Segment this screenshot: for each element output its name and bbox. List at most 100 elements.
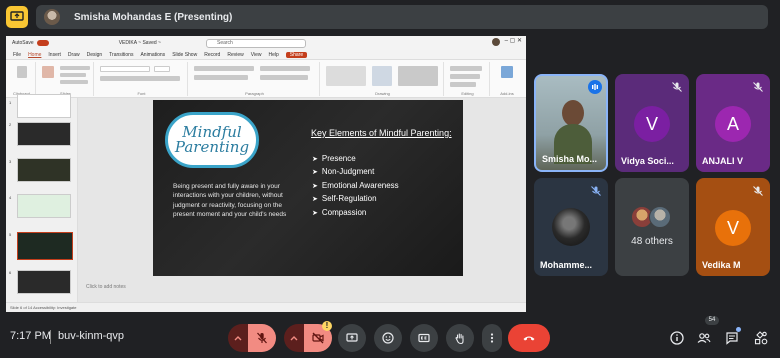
- slide-thumbnails: 1 2 3 4 5 6: [6, 94, 78, 302]
- powerpoint-titlebar: AutoSave VEDIKA ~ Saved ~ Search – ▢ ✕: [6, 36, 526, 50]
- avatar: A: [715, 106, 751, 142]
- raise-hand-button[interactable]: [446, 324, 474, 352]
- video-options-button[interactable]: [284, 324, 304, 352]
- logo-line-2: Parenting: [174, 138, 250, 156]
- reactions-button[interactable]: [374, 324, 402, 352]
- ribbon-slides[interactable]: Slides: [38, 62, 94, 96]
- slide-editor: Mindful Parenting Being present and full…: [78, 98, 526, 302]
- present-icon: [346, 333, 358, 342]
- slide-thumbnail-5[interactable]: [17, 232, 73, 260]
- presenter-label: Smisha Mohandas E (Presenting): [74, 11, 233, 23]
- ribbon: Clipboard Slides Font Paragraph Drawin: [6, 60, 526, 98]
- mic-off-icon: [671, 80, 683, 92]
- file-name: VEDIKA ~ Saved ~: [118, 40, 161, 46]
- mic-off-icon: [257, 332, 267, 344]
- ribbon-paragraph[interactable]: Paragraph: [190, 62, 320, 96]
- meeting-details-button[interactable]: [667, 328, 687, 348]
- autosave-toggle[interactable]: [36, 40, 49, 46]
- slide-thumbnail-1[interactable]: [17, 94, 71, 118]
- chat-notification-dot: [736, 327, 741, 332]
- participant-tile-anjali[interactable]: A ANJALI V: [696, 74, 770, 172]
- list-item: Non-Judgment: [312, 166, 399, 179]
- current-slide[interactable]: Mindful Parenting Being present and full…: [153, 100, 463, 276]
- activities-icon: [754, 331, 768, 345]
- slide-thumbnail-3[interactable]: [17, 158, 71, 182]
- account-avatar[interactable]: [492, 38, 500, 46]
- menu-view[interactable]: View: [251, 52, 262, 58]
- thumb-number: 5: [9, 232, 12, 237]
- activities-button[interactable]: [751, 328, 771, 348]
- top-bar: Smisha Mohandas E (Presenting): [0, 0, 780, 34]
- present-to-all-icon[interactable]: [6, 6, 28, 28]
- people-button[interactable]: [694, 328, 714, 348]
- captions-icon: [418, 333, 430, 343]
- menu-help[interactable]: Help: [268, 52, 278, 58]
- participant-name: Vedika M: [702, 260, 741, 270]
- camera-off-icon: [312, 332, 324, 344]
- shared-screen: AutoSave VEDIKA ~ Saved ~ Search – ▢ ✕ F…: [6, 36, 526, 312]
- participant-name: Vidya Soci...: [621, 156, 674, 166]
- ribbon-font[interactable]: Font: [96, 62, 188, 96]
- captions-button[interactable]: [410, 324, 438, 352]
- participant-tile-mohammed[interactable]: Mohamme...: [534, 178, 608, 276]
- thumb-number: 2: [9, 122, 12, 127]
- share-button[interactable]: Share: [285, 51, 308, 58]
- window-controls[interactable]: – ▢ ✕: [505, 37, 522, 44]
- control-bar: 7:17 PM buv-kinm-qvp !: [0, 318, 780, 358]
- menu-review[interactable]: Review: [227, 52, 243, 58]
- participant-tile-others[interactable]: 48 others: [615, 178, 689, 276]
- audio-options-button[interactable]: [228, 324, 248, 352]
- menu-record[interactable]: Record: [204, 52, 220, 58]
- slide-heading: Key Elements of Mindful Parenting:: [311, 128, 452, 138]
- group-label-drawing: Drawing: [375, 91, 390, 96]
- present-button[interactable]: [338, 324, 366, 352]
- menu-design[interactable]: Design: [87, 52, 103, 58]
- mic-off-icon: [752, 184, 764, 196]
- search-input[interactable]: Search: [206, 39, 306, 48]
- group-label-editing: Editing: [461, 91, 474, 96]
- warning-icon: !: [322, 321, 332, 331]
- ribbon-editing[interactable]: Editing: [446, 62, 490, 96]
- chat-icon: [726, 332, 738, 345]
- menu-animations[interactable]: Animations: [140, 52, 165, 58]
- menu-draw[interactable]: Draw: [68, 52, 80, 58]
- notes-pane[interactable]: Click to add notes: [78, 280, 526, 302]
- meeting-code[interactable]: buv-kinm-qvp: [58, 330, 124, 342]
- participant-tile-vidya[interactable]: V Vidya Soci...: [615, 74, 689, 172]
- group-label-addins: Add-ins: [500, 91, 514, 96]
- thumb-number: 3: [9, 159, 12, 164]
- slide-thumbnail-2[interactable]: [17, 122, 71, 146]
- group-label-paragraph: Paragraph: [245, 91, 264, 96]
- autosave-label: AutoSave: [12, 40, 34, 46]
- presenter-banner[interactable]: Smisha Mohandas E (Presenting): [36, 5, 768, 29]
- mindful-parenting-logo: Mindful Parenting: [165, 112, 259, 168]
- slide-thumbnail-4[interactable]: [17, 194, 71, 218]
- avatar: V: [715, 210, 751, 246]
- list-item: Presence: [312, 153, 399, 166]
- participant-name: Mohamme...: [540, 260, 593, 270]
- clock: 7:17 PM: [10, 330, 51, 342]
- participant-tile-smisha[interactable]: Smisha Mo...: [534, 74, 608, 172]
- chevron-up-icon: [234, 336, 242, 341]
- menu-transitions[interactable]: Transitions: [109, 52, 133, 58]
- menu-home[interactable]: Home: [28, 52, 41, 58]
- editor-scrollbar[interactable]: [520, 98, 526, 302]
- menu-insert[interactable]: Insert: [48, 52, 61, 58]
- ribbon-addins[interactable]: Add-ins: [492, 62, 522, 96]
- info-icon: [670, 331, 684, 345]
- more-options-button[interactable]: [482, 324, 502, 352]
- microphone-button[interactable]: [248, 324, 276, 352]
- chevron-up-icon: [290, 336, 298, 341]
- leave-call-button[interactable]: [508, 324, 550, 352]
- ribbon-drawing[interactable]: Drawing: [322, 62, 444, 96]
- menu-file[interactable]: File: [13, 52, 21, 58]
- ribbon-tabs: File Home Insert Draw Design Transitions…: [6, 50, 526, 60]
- menu-slideshow[interactable]: Slide Show: [172, 52, 197, 58]
- slide-thumbnail-6[interactable]: [17, 270, 71, 294]
- thumb-number: 6: [9, 270, 12, 275]
- participant-name: Smisha Mo...: [542, 154, 598, 164]
- ribbon-clipboard[interactable]: Clipboard: [8, 62, 36, 96]
- avatar: V: [634, 106, 670, 142]
- participant-tile-vedika[interactable]: V Vedika M: [696, 178, 770, 276]
- mic-off-icon: [752, 80, 764, 92]
